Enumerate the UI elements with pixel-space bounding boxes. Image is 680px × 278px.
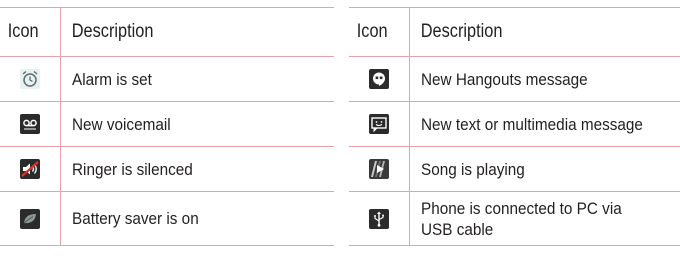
alarm-clock-icon — [20, 69, 40, 89]
table-row: Phone is connected to PC via USB cable — [349, 191, 680, 246]
table-row: New voicemail — [0, 101, 334, 147]
table-row: Alarm is set — [0, 56, 334, 102]
battery-saver-leaf-icon — [20, 208, 40, 229]
header-description: Description — [420, 21, 502, 42]
status-icons-table-left: Icon Description Alarm is set New voicem… — [0, 7, 334, 246]
row-description: New text or multimedia message — [421, 114, 643, 134]
header-icon: Icon — [349, 7, 402, 57]
table-row: Battery saver is on — [0, 191, 334, 246]
ringer-silenced-icon — [20, 159, 40, 179]
table-header-row: Icon Description — [0, 7, 334, 57]
voicemail-icon — [20, 114, 40, 134]
header-icon: Icon — [0, 7, 53, 57]
hangouts-icon — [369, 69, 389, 89]
row-description: Alarm is set — [72, 69, 152, 89]
row-description: Ringer is silenced — [72, 159, 193, 179]
row-description: Battery saver is on — [72, 209, 199, 228]
table-row: New Hangouts message — [349, 56, 680, 102]
music-playing-icon — [369, 159, 389, 179]
row-description: Song is playing — [421, 159, 525, 179]
text-message-icon — [369, 114, 389, 134]
row-description: New voicemail — [72, 114, 171, 134]
table-header-row: Icon Description — [349, 7, 680, 57]
row-description-line2: USB cable — [421, 219, 494, 239]
table-row: Ringer is silenced — [0, 146, 334, 192]
status-icons-table-right: Icon Description New Hangouts message Ne… — [349, 7, 680, 246]
table-row: New text or multimedia message — [349, 101, 680, 147]
usb-icon — [369, 208, 389, 229]
table-row: Song is playing — [349, 146, 680, 192]
header-description: Description — [71, 21, 153, 42]
row-description-line1: Phone is connected to PC via — [421, 198, 622, 218]
row-description: New Hangouts message — [421, 69, 588, 89]
